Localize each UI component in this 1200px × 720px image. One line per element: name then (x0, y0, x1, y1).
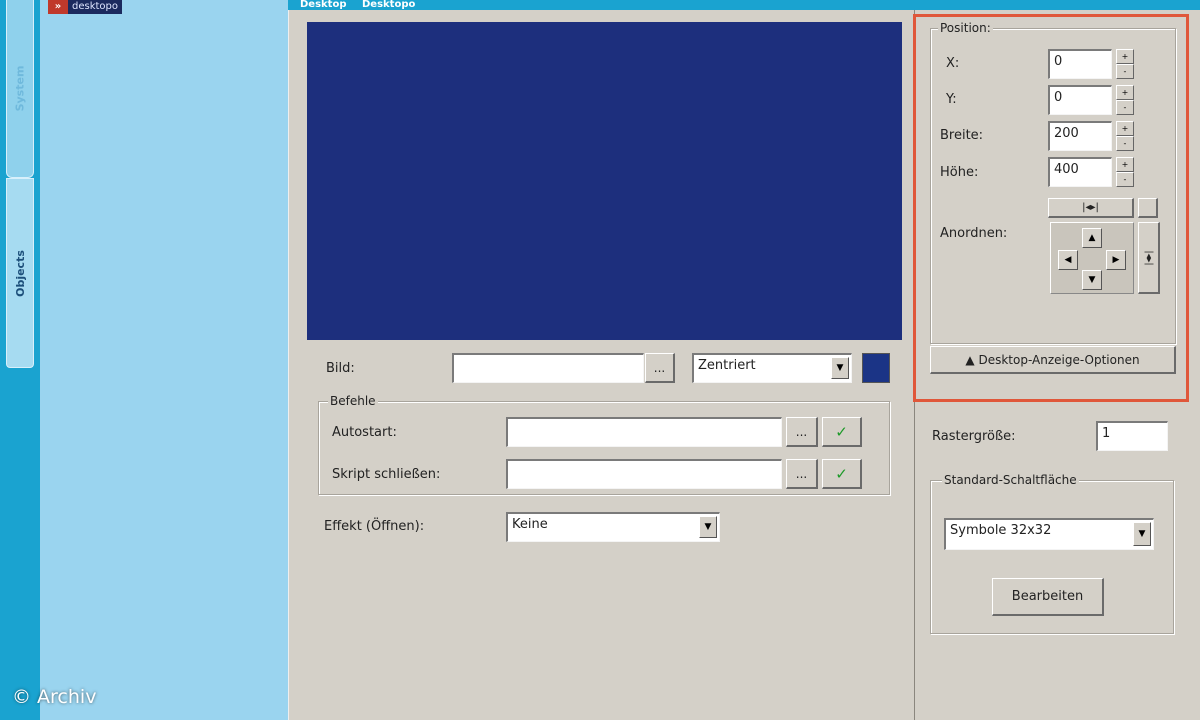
edit-button[interactable]: Bearbeiten (992, 578, 1104, 616)
stretch-horizontal-button[interactable]: |◂▸| (1048, 198, 1134, 218)
arrow-right-icon[interactable]: ▶ (1106, 250, 1126, 270)
bild-mode-value: Zentriert (698, 358, 756, 373)
hoehe-label: Höhe: (940, 165, 979, 180)
spin-up-icon[interactable]: + (1116, 157, 1134, 172)
copyright-watermark: © Archiv (12, 686, 97, 708)
autostart-browse-button[interactable]: ... (786, 417, 818, 447)
header-tab-desktopo[interactable]: Desktopo (362, 0, 415, 10)
check-arrow-icon: ✓ (835, 422, 848, 441)
hoehe-spinner[interactable]: + - (1116, 157, 1134, 187)
object-tree-panel[interactable] (40, 0, 288, 720)
symbol-size-value: Symbole 32x32 (950, 523, 1052, 538)
anordnen-label: Anordnen: (940, 226, 1008, 241)
skript-browse-button[interactable]: ... (786, 459, 818, 489)
symbol-size-select[interactable]: Symbole 32x32 ▼ (944, 518, 1154, 550)
x-input[interactable]: 0 (1048, 49, 1112, 79)
breite-label: Breite: (940, 128, 984, 143)
tab-objects[interactable]: Objects (6, 178, 34, 368)
x-spinner[interactable]: + - (1116, 49, 1134, 79)
spin-down-icon[interactable]: - (1116, 172, 1134, 187)
logo-text: desktopo (68, 0, 123, 14)
check-arrow-icon: ✓ (835, 464, 848, 483)
spin-down-icon[interactable]: - (1116, 64, 1134, 79)
chevron-down-icon[interactable]: ▼ (831, 357, 849, 379)
effekt-select[interactable]: Keine ▼ (506, 512, 720, 542)
align-toggle-button[interactable] (1138, 198, 1158, 218)
autostart-label: Autostart: (332, 425, 397, 440)
position-group-label: Position: (938, 21, 993, 35)
tab-system[interactable]: System (6, 0, 34, 178)
standard-group-label: Standard-Schaltfläche (942, 473, 1079, 487)
autostart-input[interactable] (506, 417, 782, 447)
tab-system-label: System (13, 65, 27, 112)
bild-label: Bild: (326, 361, 355, 376)
header-bar: Desktop Desktopo (288, 0, 1200, 10)
breite-input[interactable]: 200 (1048, 121, 1112, 151)
autostart-run-button[interactable]: ✓ (822, 417, 862, 447)
spin-up-icon[interactable]: + (1116, 85, 1134, 100)
spin-down-icon[interactable]: - (1116, 136, 1134, 151)
bild-input[interactable] (452, 353, 644, 383)
stretch-vertical-icon: |◂▸| (1143, 249, 1154, 266)
arrow-left-icon[interactable]: ◀ (1058, 250, 1078, 270)
chevron-down-icon[interactable]: ▼ (699, 516, 717, 538)
bild-mode-select[interactable]: Zentriert ▼ (692, 353, 852, 383)
raster-input[interactable]: 1 (1096, 421, 1168, 451)
stretch-vertical-button[interactable]: |◂▸| (1138, 222, 1160, 294)
logo-mark: » (48, 0, 68, 14)
arrow-up-icon[interactable]: ▲ (1082, 228, 1102, 248)
hoehe-input[interactable]: 400 (1048, 157, 1112, 187)
y-label: Y: (946, 92, 957, 107)
y-input[interactable]: 0 (1048, 85, 1112, 115)
desktop-display-options-button[interactable]: ▲ Desktop-Anzeige-Optionen (930, 346, 1176, 374)
header-tab-desktop[interactable]: Desktop (300, 0, 347, 10)
color-swatch[interactable] (862, 353, 890, 383)
spin-down-icon[interactable]: - (1116, 100, 1134, 115)
effekt-label: Effekt (Öffnen): (324, 519, 425, 534)
vertical-tab-strip: System Objects (0, 0, 40, 720)
x-label: X: (946, 56, 960, 71)
raster-label: Rastergröße: (932, 429, 1016, 444)
chevron-down-icon[interactable]: ▼ (1133, 522, 1151, 546)
breite-spinner[interactable]: + - (1116, 121, 1134, 151)
spin-up-icon[interactable]: + (1116, 121, 1134, 136)
desktop-preview[interactable] (307, 22, 902, 340)
befehle-group-label: Befehle (328, 394, 378, 408)
bild-browse-button[interactable]: ... (645, 353, 675, 383)
skript-label: Skript schließen: (332, 467, 441, 482)
skript-run-button[interactable]: ✓ (822, 459, 862, 489)
skript-input[interactable] (506, 459, 782, 489)
arrow-down-icon[interactable]: ▼ (1082, 270, 1102, 290)
spin-up-icon[interactable]: + (1116, 49, 1134, 64)
tab-objects-label: Objects (13, 249, 27, 297)
app-logo: » desktopo (48, 0, 144, 14)
y-spinner[interactable]: + - (1116, 85, 1134, 115)
effekt-value: Keine (512, 517, 548, 532)
